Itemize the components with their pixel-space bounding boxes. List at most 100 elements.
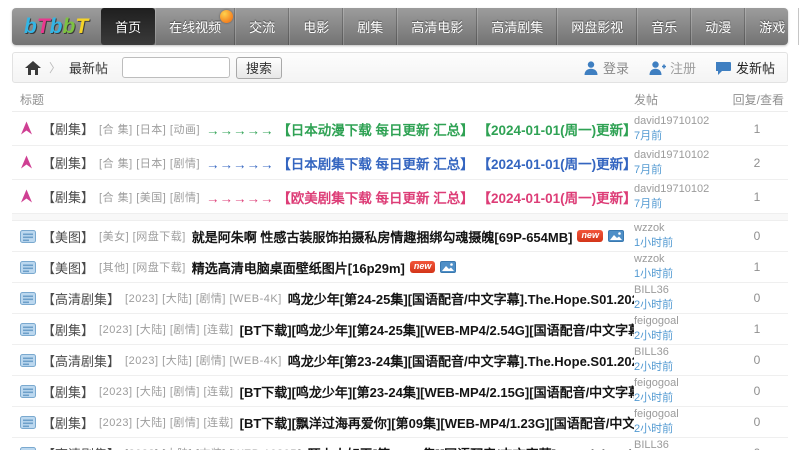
nav-item-8[interactable]: 音乐 (637, 8, 692, 45)
reply-count: 1 (753, 322, 761, 336)
tag-list: [2023] [大陆] [剧情] [WEB-4K] (125, 293, 282, 305)
author-link[interactable]: david19710102 (634, 183, 709, 195)
pinned-topic-icon (21, 189, 32, 203)
reply-count: 1 (753, 189, 761, 204)
category-link[interactable]: 【高清剧集】 (42, 351, 120, 370)
table-row: 【剧集】 [2023] [大陆] [剧情] [连载] [BT下载][鸣龙少年][… (12, 376, 788, 407)
topic-icon (20, 353, 36, 367)
reply-count: 0 (753, 291, 761, 305)
author-link[interactable]: feigogoal (634, 408, 679, 420)
author-link[interactable]: david19710102 (634, 115, 709, 127)
author-link[interactable]: BILL36 (634, 284, 669, 296)
tag-list: [其他] [网盘下载] (99, 262, 186, 274)
post-title-link[interactable]: →→→→→ 【欧美剧集下载 每日更新 汇总】 【2024-01-01(周一)更新… (206, 187, 634, 207)
post-time: 7月前 (634, 197, 663, 210)
post-time: 7月前 (634, 129, 663, 142)
nav-item-3[interactable]: 电影 (289, 8, 344, 45)
category-link[interactable]: 【高清剧集】 (42, 289, 120, 308)
nav-item-6[interactable]: 高清剧集 (477, 8, 558, 45)
login-button[interactable]: 登录 (584, 58, 629, 77)
category-link[interactable]: 【剧集】 (42, 413, 94, 432)
reply-count: 2 (753, 155, 761, 170)
speech-bubble-icon (715, 61, 731, 75)
tag-list: [合 集] [美国] [剧情] (99, 191, 201, 204)
post-time: 2小时前 (634, 361, 674, 373)
author-link[interactable]: wzzok (634, 253, 665, 265)
tag-list: [合 集] [日本] [动画] (99, 123, 201, 136)
post-title-link[interactable]: 鸣龙少年[第23-24集][国语配音/中文字幕].The.Hope.S01.20… (288, 351, 634, 370)
category-link[interactable]: 【剧集】 (42, 382, 94, 401)
table-row: 【剧集】 [合 集] [美国] [剧情] →→→→→ 【欧美剧集下载 每日更新 … (12, 180, 788, 214)
category-link[interactable]: 【剧集】 (42, 119, 94, 138)
post-time: 2小时前 (634, 299, 674, 311)
section-divider (12, 214, 788, 221)
search-input[interactable] (122, 57, 231, 78)
post-time: 2小时前 (634, 392, 674, 404)
nav-item-10[interactable]: 游戏 (745, 8, 800, 45)
post-title-link[interactable]: →→→→→ 【日本剧集下载 每日更新 汇总】 【2024-01-01(周一)更新… (206, 153, 634, 173)
post-title-link[interactable]: 鸣龙少年[第24-25集][国语配音/中文字幕].The.Hope.S01.20… (288, 289, 634, 308)
topic-icon (20, 415, 36, 429)
nav-item-7[interactable]: 网盘影视 (557, 8, 638, 45)
author-link[interactable]: wzzok (634, 222, 665, 234)
tag-list: [2023] [大陆] [古装] [WEB-1080P] (125, 445, 302, 450)
post-title-link[interactable]: 陌上人如玉[第11-12集][国语配音/中文字幕].Special.Lady.S… (308, 444, 634, 450)
post-title-link[interactable]: [BT下载][鸣龙少年][第23-24集][WEB-MP4/2.15G][国语配… (240, 382, 634, 401)
reply-count: 0 (753, 229, 761, 243)
logo-letter: b (62, 15, 75, 38)
nav-item-4[interactable]: 剧集 (343, 8, 398, 45)
table-row: 【美图】 [其他] [网盘下载] 精选高清电脑桌面壁纸图片[16p29m] ne… (12, 252, 788, 283)
reply-count: 1 (753, 121, 761, 136)
nav-item-5[interactable]: 高清电影 (397, 8, 478, 45)
category-link[interactable]: 【剧集】 (42, 153, 94, 172)
new-post-button[interactable]: 发新帖 (715, 58, 775, 77)
reply-count: 0 (753, 415, 761, 429)
category-link[interactable]: 【高清剧集】 (42, 444, 120, 450)
post-title-link[interactable]: 精选高清电脑桌面壁纸图片[16p29m] (192, 258, 405, 277)
post-list: 【剧集】 [合 集] [日本] [动画] →→→→→ 【日本动漫下载 每日更新 … (12, 112, 788, 450)
post-title-link[interactable]: 就是阿朱啊 性感古装服饰拍摄私房情趣捆绑勾魂摄魄[69P-654MB] (192, 227, 573, 246)
nav-item-2[interactable]: 交流 (235, 8, 290, 45)
home-icon[interactable] (25, 60, 41, 75)
table-row: 【高清剧集】 [2023] [大陆] [剧情] [WEB-4K] 鸣龙少年[第2… (12, 283, 788, 314)
column-header-title: 标题 (20, 92, 45, 107)
top-navbar: bTbbT 首页 在线视频 交流 电影 剧集 高清电影 高清剧集 网盘影视 音乐… (12, 8, 800, 45)
category-link[interactable]: 【剧集】 (42, 187, 94, 206)
user-add-icon (649, 60, 666, 75)
nav-item-9[interactable]: 动漫 (691, 8, 746, 45)
table-row: 【剧集】 [合 集] [日本] [动画] →→→→→ 【日本动漫下载 每日更新 … (12, 112, 788, 146)
table-row: 【美图】 [美女] [网盘下载] 就是阿朱啊 性感古装服饰拍摄私房情趣捆绑勾魂摄… (12, 221, 788, 252)
new-badge: new (577, 230, 603, 242)
post-time: 2小时前 (634, 423, 674, 435)
category-link[interactable]: 【剧集】 (42, 320, 94, 339)
register-button[interactable]: 注册 (649, 58, 696, 77)
site-logo[interactable]: bTbbT (12, 8, 101, 45)
search-button[interactable]: 搜索 (236, 56, 283, 79)
topic-icon (20, 260, 36, 274)
post-time: 1小时前 (634, 237, 674, 249)
image-attachment-icon (607, 230, 624, 242)
author-link[interactable]: david19710102 (634, 149, 709, 161)
table-row: 【高清剧集】 [2023] [大陆] [剧情] [WEB-4K] 鸣龙少年[第2… (12, 345, 788, 376)
nav-item-1[interactable]: 在线视频 (155, 8, 236, 45)
category-link[interactable]: 【美图】 (42, 227, 94, 246)
nav-item-0[interactable]: 首页 (101, 8, 156, 45)
author-link[interactable]: BILL36 (634, 439, 669, 450)
reply-count: 0 (753, 353, 761, 367)
logo-letter: T (75, 15, 88, 38)
image-attachment-icon (440, 261, 457, 273)
breadcrumb[interactable]: 最新帖 (69, 58, 108, 77)
topic-icon (20, 229, 36, 243)
table-row: 【剧集】 [合 集] [日本] [剧情] →→→→→ 【日本剧集下载 每日更新 … (12, 146, 788, 180)
tag-list: [2023] [大陆] [剧情] [WEB-4K] (125, 355, 282, 367)
logo-letter: T (36, 15, 50, 38)
reply-count: 1 (753, 260, 761, 274)
category-link[interactable]: 【美图】 (42, 258, 94, 277)
author-link[interactable]: feigogoal (634, 315, 679, 327)
post-title-link[interactable]: →→→→→ 【日本动漫下载 每日更新 汇总】 【2024-01-01(周一)更新… (206, 119, 634, 139)
pinned-topic-icon (21, 121, 32, 135)
author-link[interactable]: feigogoal (634, 377, 679, 389)
author-link[interactable]: BILL36 (634, 346, 669, 358)
post-title-link[interactable]: [BT下载][鸣龙少年][第24-25集][WEB-MP4/2.54G][国语配… (240, 320, 634, 339)
post-title-link[interactable]: [BT下载][飘洋过海再爱你][第09集][WEB-MP4/1.23G][国语配… (240, 413, 634, 432)
